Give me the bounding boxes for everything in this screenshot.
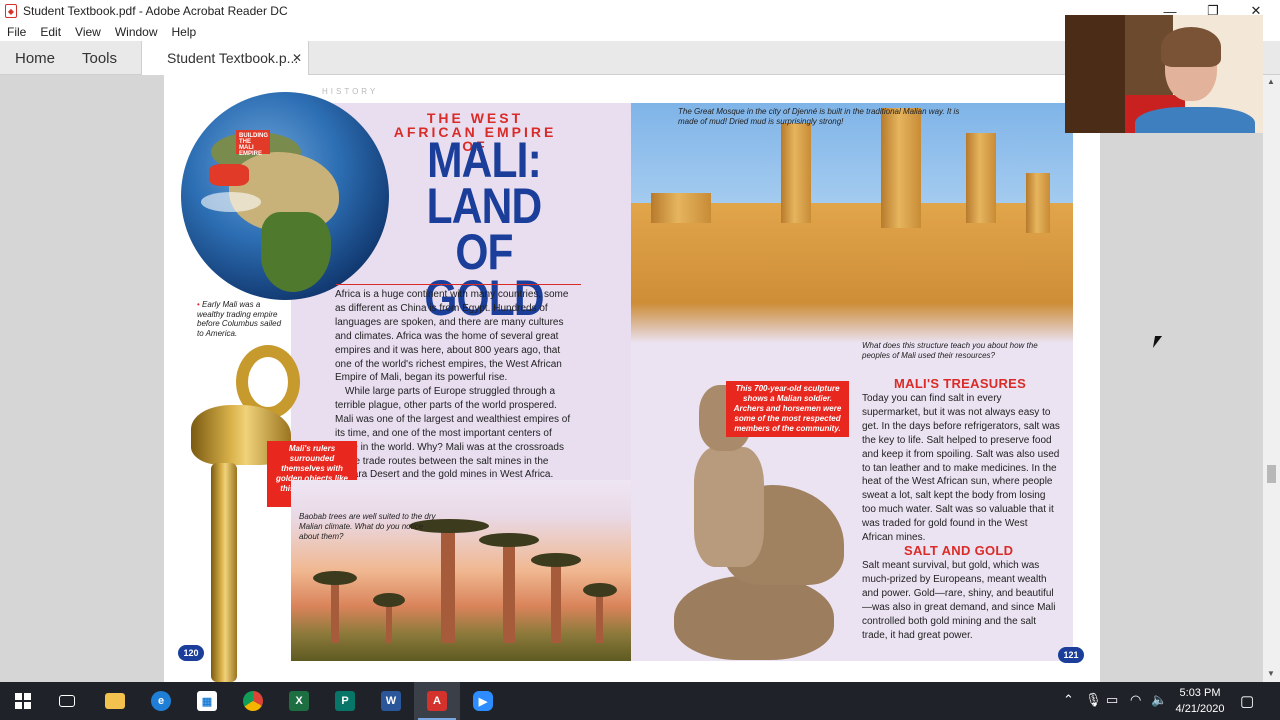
intro-paragraph-1: Africa is a huge continent with many cou… (335, 289, 569, 384)
early-mali-caption: • Early Mali was a wealthy trading empir… (197, 300, 282, 338)
notifications-icon[interactable]: ▢ (1240, 692, 1254, 710)
tab-document[interactable]: Student Textbook.p... ✕ (141, 41, 309, 75)
battery-icon[interactable]: ▭ (1106, 692, 1118, 708)
salt-gold-body: Salt meant survival, but gold, which was… (862, 560, 1056, 641)
taskbar-excel[interactable]: X (276, 682, 322, 720)
treasures-body: Today you can find salt in every superma… (862, 393, 1060, 544)
salt-gold-heading: SALT AND GOLD (904, 543, 1014, 558)
scroll-down-icon[interactable]: ▼ (1267, 669, 1275, 678)
great-mosque-image (631, 103, 1073, 343)
volume-icon[interactable]: 🔈 (1151, 692, 1167, 708)
edge-icon: e (151, 691, 171, 711)
taskbar-zoom[interactable]: ▶ (460, 682, 506, 720)
tab-tools[interactable]: Tools (82, 41, 117, 75)
taskbar-acrobat[interactable]: A (414, 682, 460, 720)
document-viewer[interactable]: HISTORY BUILDING THE MALI EMPIRE THE WES… (0, 75, 1280, 682)
headline-line-1: MALI: (427, 132, 542, 188)
taskbar-edge[interactable]: e (138, 682, 184, 720)
baobab-trees-image (291, 480, 631, 661)
page-number-left: 120 (178, 645, 204, 661)
early-mali-caption-text: Early Mali was a wealthy trading empire … (197, 300, 282, 338)
taskbar: e ▦ X P W A ▶ ⌃ 🎙 ▭ ◠ 🔈 5:03 PM 4/21/202… (0, 682, 1280, 720)
system-clock[interactable]: 5:03 PM 4/21/2020 (1170, 685, 1230, 717)
tab-home[interactable]: Home (15, 41, 55, 75)
scrollbar-thumb[interactable] (1267, 465, 1276, 483)
start-button[interactable] (0, 682, 46, 720)
menu-file[interactable]: File (7, 25, 26, 39)
headline-line-2: LAND OF (426, 178, 542, 280)
page-number-right: 121 (1058, 647, 1084, 663)
show-hidden-icons-icon[interactable]: ⌃ (1063, 692, 1074, 708)
menu-window[interactable]: Window (115, 25, 158, 39)
acrobat-app-icon: ◆ (5, 4, 17, 18)
wifi-icon[interactable]: ◠ (1130, 692, 1141, 708)
section-label: HISTORY (322, 87, 379, 96)
taskbar-word[interactable]: W (368, 682, 414, 720)
globe-image: BUILDING THE MALI EMPIRE (181, 92, 389, 300)
taskbar-chrome[interactable] (230, 682, 276, 720)
task-view-button[interactable] (44, 682, 90, 720)
publisher-icon: P (335, 691, 355, 711)
taskbar-file-explorer[interactable] (92, 682, 138, 720)
structure-question: What does this structure teach you about… (862, 341, 1038, 360)
windows-start-icon (15, 693, 31, 709)
webcam-overlay (1065, 15, 1263, 133)
tab-document-label: Student Textbook.p... (167, 50, 299, 66)
word-icon: W (381, 691, 401, 711)
vertical-scrollbar[interactable]: ▲ ▼ (1263, 75, 1280, 682)
globe-flag: BUILDING THE MALI EMPIRE (236, 130, 270, 157)
scroll-up-icon[interactable]: ▲ (1267, 77, 1275, 86)
treasures-heading: MALI'S TREASURES (894, 376, 1027, 391)
headline-rule (336, 284, 581, 285)
folder-icon (105, 693, 125, 709)
mosque-caption: The Great Mosque in the city of Djenné i… (678, 107, 960, 126)
pdf-page-spread: HISTORY BUILDING THE MALI EMPIRE THE WES… (164, 75, 1100, 682)
close-tab-icon[interactable]: ✕ (292, 51, 302, 65)
menu-help[interactable]: Help (172, 25, 197, 39)
baobab-caption: Baobab trees are well suited to the dry … (299, 512, 436, 541)
clock-time: 5:03 PM (1179, 687, 1221, 699)
menu-view[interactable]: View (75, 25, 101, 39)
store-icon: ▦ (197, 691, 217, 711)
soldier-caption: This 700-year-old sculpture shows a Mali… (726, 381, 849, 437)
menu-edit[interactable]: Edit (40, 25, 61, 39)
clock-date: 4/21/2020 (1175, 703, 1225, 715)
taskbar-publisher[interactable]: P (322, 682, 368, 720)
chrome-icon (243, 691, 263, 711)
microphone-icon[interactable]: 🎙 (1085, 692, 1102, 708)
task-view-icon (59, 695, 75, 707)
acrobat-icon: A (427, 691, 447, 711)
excel-icon: X (289, 691, 309, 711)
zoom-icon: ▶ (473, 691, 493, 711)
window-title: Student Textbook.pdf - Adobe Acrobat Rea… (23, 4, 288, 18)
intro-paragraph-2: While large parts of Europe struggled th… (335, 386, 571, 481)
taskbar-store[interactable]: ▦ (184, 682, 230, 720)
